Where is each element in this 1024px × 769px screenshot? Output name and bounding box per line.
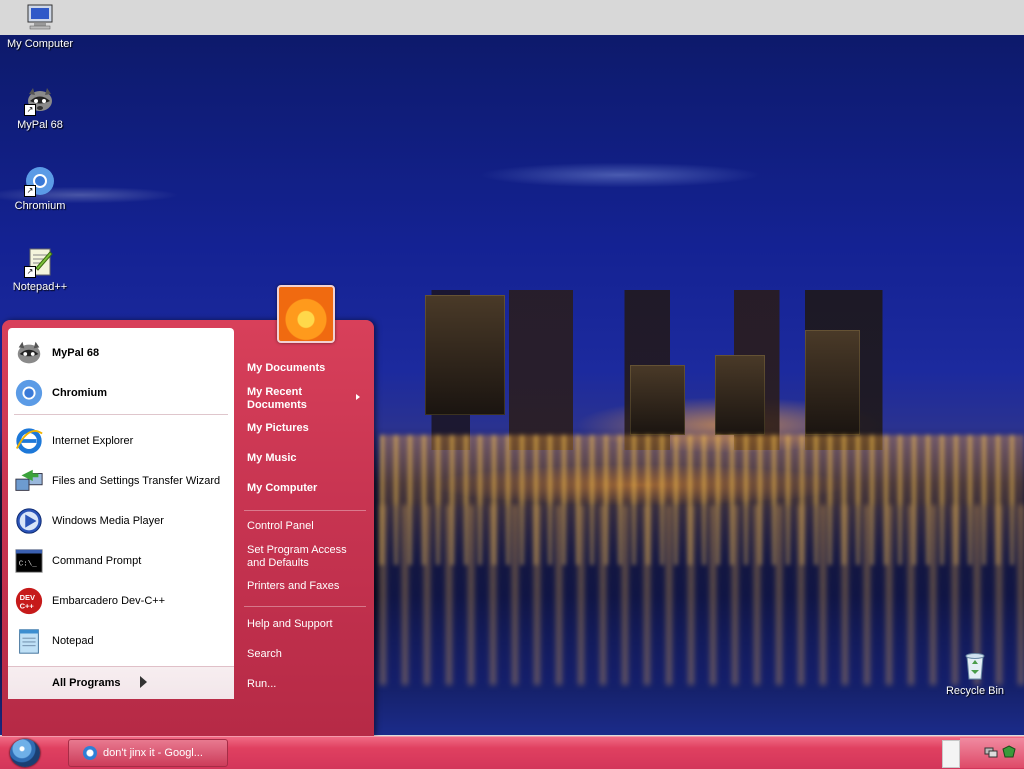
shortcut-arrow-icon: ↗ (24, 266, 36, 278)
system-tray (960, 738, 1024, 768)
start-item-transfer-wizard[interactable]: Files and Settings Transfer Wizard (14, 463, 228, 499)
chromium-icon: ↗ (24, 165, 56, 197)
start-link-help-support[interactable]: Help and Support (247, 618, 333, 631)
my-computer-icon (24, 3, 56, 35)
svg-text:C:\_: C:\_ (19, 561, 38, 569)
recycle-bin-icon (959, 650, 991, 682)
svg-text:C++: C++ (20, 602, 35, 611)
start-item-notepad[interactable]: Notepad (14, 623, 228, 659)
devcpp-icon: DEV C++ (14, 586, 44, 616)
start-button[interactable] (10, 739, 40, 767)
start-menu-divider (14, 414, 228, 415)
desktop-icon-label: Recycle Bin (945, 685, 1005, 697)
mypal-icon (14, 338, 44, 368)
start-item-chromium[interactable]: Chromium (14, 375, 228, 411)
all-programs-button[interactable]: All Programs (8, 666, 234, 699)
desktop-icon-chromium[interactable]: ↗ Chromium (1, 165, 79, 212)
command-prompt-icon: C:\_ (14, 546, 44, 576)
desktop-icon-label: Chromium (14, 200, 66, 212)
start-link-control-panel[interactable]: Control Panel (247, 520, 314, 533)
start-item-label: Embarcadero Dev-C++ (52, 595, 166, 607)
submenu-arrow-icon (356, 394, 360, 400)
arrow-right-icon (140, 676, 147, 688)
start-link-my-documents[interactable]: My Documents (247, 362, 325, 375)
desktop-icon-label: Notepad++ (12, 281, 68, 293)
shortcut-arrow-icon: ↗ (24, 185, 36, 197)
network-icon[interactable] (984, 745, 998, 759)
notepad-plus-plus-icon: ↗ (24, 246, 56, 278)
transfer-wizard-icon (14, 466, 44, 496)
internet-explorer-icon (14, 426, 44, 456)
desktop-icon-notepadpp[interactable]: ↗ Notepad++ (1, 246, 79, 293)
mypal-icon: ↗ (24, 84, 56, 116)
desktop-icon-recycle-bin[interactable]: Recycle Bin (936, 650, 1014, 697)
taskbar-window-title: don't jinx it - Googl... (103, 747, 203, 759)
keyboard-icon[interactable] (942, 740, 960, 768)
taskbar-window-button[interactable]: don't jinx it - Googl... (68, 739, 228, 767)
start-item-label: Notepad (52, 635, 94, 647)
desktop-icon-label: My Computer (6, 38, 74, 50)
notepad-icon (14, 626, 44, 656)
start-item-mypal[interactable]: MyPal 68 (14, 335, 228, 371)
chromium-icon (83, 746, 97, 760)
start-link-my-music[interactable]: My Music (247, 452, 297, 465)
start-item-label: Windows Media Player (52, 515, 164, 527)
start-link-printers-faxes[interactable]: Printers and Faxes (247, 580, 339, 593)
start-link-my-computer[interactable]: My Computer (247, 482, 317, 495)
media-player-icon (14, 506, 44, 536)
start-item-devcpp[interactable]: DEV C++ Embarcadero Dev-C++ (14, 583, 228, 619)
start-link-set-program-access[interactable]: Set Program Access and Defaults (247, 544, 362, 570)
start-item-internet-explorer[interactable]: Internet Explorer (14, 423, 228, 459)
start-link-my-pictures[interactable]: My Pictures (247, 422, 309, 435)
start-item-label: MyPal 68 (52, 347, 100, 359)
start-link-run[interactable]: Run... (247, 678, 276, 691)
desktop-icon-my-computer[interactable]: My Computer (1, 3, 79, 50)
start-link-my-recent-documents[interactable]: My Recent Documents (247, 386, 347, 412)
start-item-media-player[interactable]: Windows Media Player (14, 503, 228, 539)
start-link-search[interactable]: Search (247, 648, 282, 661)
start-item-label: Chromium (52, 387, 107, 399)
shortcut-arrow-icon: ↗ (24, 104, 36, 116)
start-menu-divider (244, 606, 366, 607)
start-menu-divider (244, 510, 366, 511)
top-bar (0, 0, 1024, 36)
start-item-label: Files and Settings Transfer Wizard (52, 475, 221, 487)
all-programs-label: All Programs (52, 677, 121, 689)
start-item-label: Internet Explorer (52, 435, 134, 447)
start-item-command-prompt[interactable]: C:\_ Command Prompt (14, 543, 228, 579)
desktop-icon-mypal[interactable]: ↗ MyPal 68 (1, 84, 79, 131)
security-icon[interactable] (1002, 745, 1016, 759)
user-picture-icon[interactable] (277, 285, 335, 343)
chromium-icon (14, 378, 44, 408)
start-item-label: Command Prompt (52, 555, 142, 567)
desktop-icon-label: MyPal 68 (17, 119, 63, 131)
